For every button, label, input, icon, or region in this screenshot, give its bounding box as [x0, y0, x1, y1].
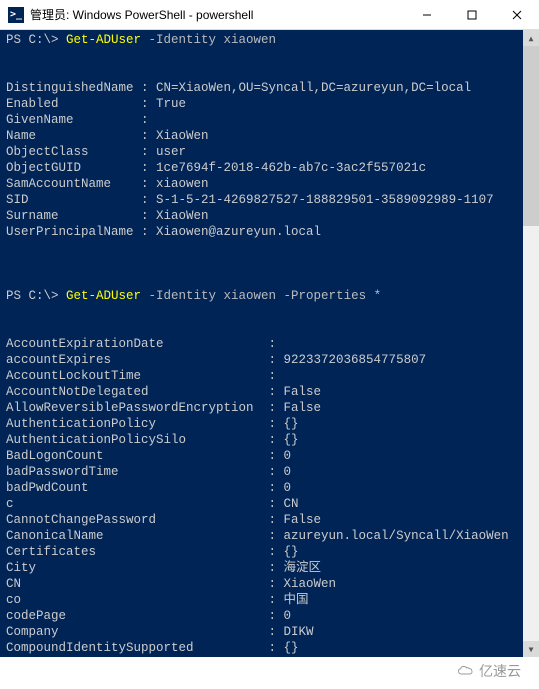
- watermark: 亿速云: [451, 659, 527, 683]
- powershell-icon: >_: [8, 7, 24, 23]
- scrollbar-thumb[interactable]: [523, 46, 539, 226]
- property-row: accountExpires : 9223372036854775807: [6, 352, 533, 368]
- window-title: 管理员: Windows PowerShell - powershell: [30, 6, 404, 23]
- property-row: AccountExpirationDate :: [6, 336, 533, 352]
- output-block-2: AccountExpirationDate : accountExpires :…: [6, 336, 533, 657]
- minimize-button[interactable]: [404, 0, 449, 29]
- scrollbar-up-button[interactable]: ▲: [523, 30, 539, 46]
- property-row: City : 海淀区: [6, 560, 533, 576]
- property-row: CompoundIdentitySupported : {}: [6, 640, 533, 656]
- property-row: UserPrincipalName : Xiaowen@azureyun.loc…: [6, 224, 533, 240]
- property-row: badPwdCount : 0: [6, 480, 533, 496]
- property-row: AuthenticationPolicySilo : {}: [6, 432, 533, 448]
- close-button[interactable]: [494, 0, 539, 29]
- property-row: CN : XiaoWen: [6, 576, 533, 592]
- property-row: Surname : XiaoWen: [6, 208, 533, 224]
- property-row: badPasswordTime : 0: [6, 464, 533, 480]
- property-row: CannotChangePassword : False: [6, 512, 533, 528]
- property-row: BadLogonCount : 0: [6, 448, 533, 464]
- property-row: Certificates : {}: [6, 544, 533, 560]
- property-row: DistinguishedName : CN=XiaoWen,OU=Syncal…: [6, 80, 533, 96]
- terminal-pane[interactable]: PS C:\> Get-ADUser -Identity xiaowen Dis…: [0, 30, 539, 657]
- property-row: co : 中国: [6, 592, 533, 608]
- output-block-1: DistinguishedName : CN=XiaoWen,OU=Syncal…: [6, 80, 533, 240]
- vertical-scrollbar[interactable]: ▲ ▼: [523, 30, 539, 657]
- property-row: AuthenticationPolicy : {}: [6, 416, 533, 432]
- property-row: AllowReversiblePasswordEncryption : Fals…: [6, 400, 533, 416]
- property-row: Company : DIKW: [6, 624, 533, 640]
- property-row: ObjectGUID : 1ce7694f-2018-462b-ab7c-3ac…: [6, 160, 533, 176]
- command-line-2: PS C:\> Get-ADUser -Identity xiaowen -Pr…: [6, 288, 533, 304]
- maximize-button[interactable]: [449, 0, 494, 29]
- cloud-icon: [457, 665, 475, 677]
- property-row: SamAccountName : xiaowen: [6, 176, 533, 192]
- property-row: GivenName :: [6, 112, 533, 128]
- property-row: CanonicalName : azureyun.local/Syncall/X…: [6, 528, 533, 544]
- property-row: ObjectClass : user: [6, 144, 533, 160]
- window-titlebar: >_ 管理员: Windows PowerShell - powershell: [0, 0, 539, 30]
- property-row: AccountNotDelegated : False: [6, 384, 533, 400]
- property-row: Country : CN: [6, 656, 533, 657]
- command-line-1: PS C:\> Get-ADUser -Identity xiaowen: [6, 32, 533, 48]
- property-row: Enabled : True: [6, 96, 533, 112]
- scrollbar-down-button[interactable]: ▼: [523, 641, 539, 657]
- property-row: c : CN: [6, 496, 533, 512]
- window-buttons: [404, 0, 539, 29]
- property-row: Name : XiaoWen: [6, 128, 533, 144]
- property-row: SID : S-1-5-21-4269827527-188829501-3589…: [6, 192, 533, 208]
- property-row: AccountLockoutTime :: [6, 368, 533, 384]
- property-row: codePage : 0: [6, 608, 533, 624]
